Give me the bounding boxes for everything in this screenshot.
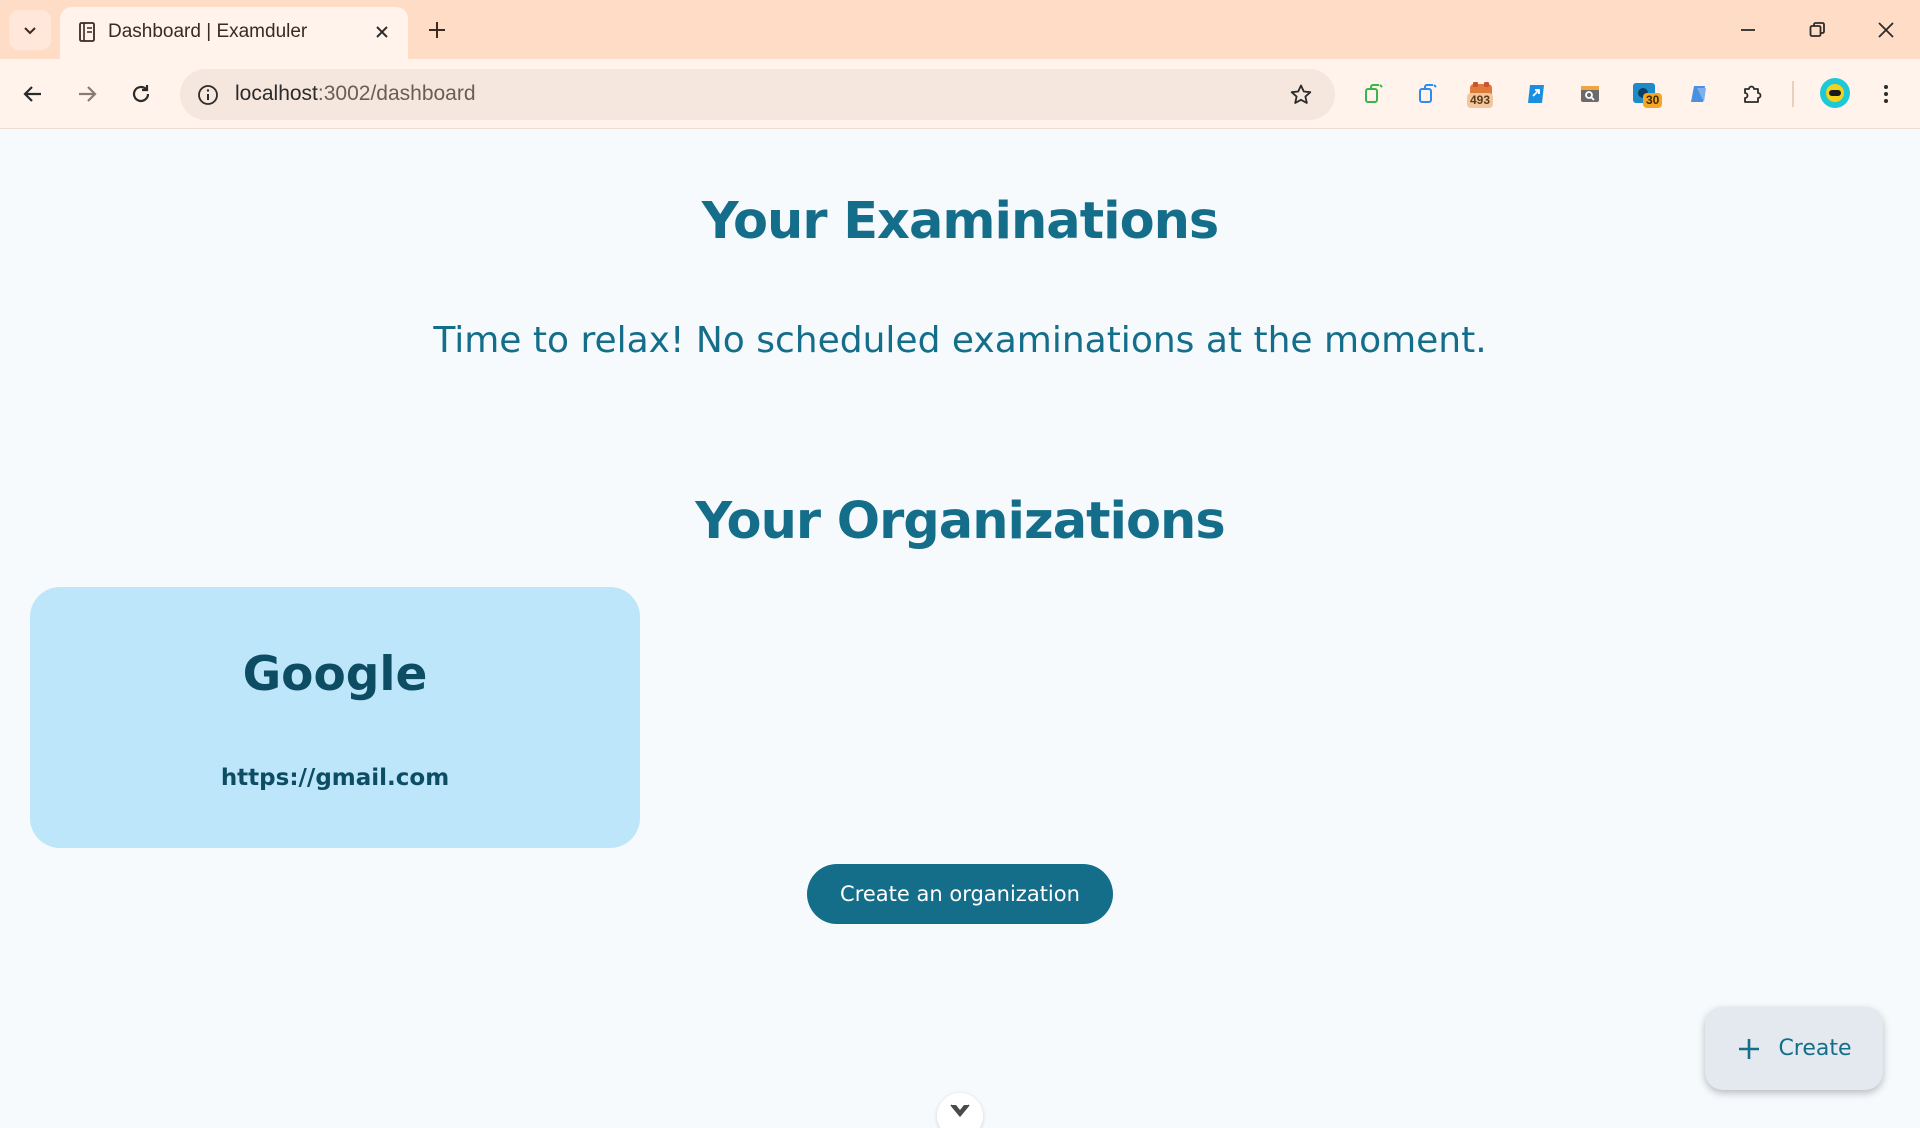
active-tab[interactable]: Dashboard | Examduler: [60, 7, 408, 59]
ext-copy-blue-icon[interactable]: [1413, 79, 1443, 109]
tab-close-button[interactable]: [370, 20, 394, 44]
arrow-left-icon: [23, 86, 41, 102]
reload-button[interactable]: [121, 74, 161, 114]
chevron-down-icon: [950, 1104, 970, 1117]
ext-badge-30-icon[interactable]: 30: [1630, 79, 1663, 109]
chevron-down-icon: [24, 27, 36, 35]
no-exams-message: Time to relax! No scheduled examinations…: [433, 320, 1487, 361]
organization-card[interactable]: Google https://gmail.com: [30, 587, 640, 848]
ext-copy-green-icon[interactable]: [1359, 79, 1389, 109]
minimize-icon: [1741, 29, 1755, 31]
book-icon: [79, 22, 95, 42]
create-organization-button[interactable]: Create an organization: [807, 864, 1113, 924]
site-info-icon[interactable]: [194, 81, 221, 108]
dashboard-page: Your Examinations Time to relax! No sche…: [0, 130, 1920, 1128]
tab-title: Dashboard | Examduler: [108, 21, 308, 42]
plus-icon: [1739, 1038, 1760, 1059]
new-tab-button[interactable]: [421, 14, 453, 46]
restore-icon: [1809, 22, 1825, 37]
browser-toolbar: localhost:3002/dashboard 493 30: [0, 59, 1920, 129]
ext-badge-count: 493: [1467, 93, 1494, 108]
close-window-button[interactable]: [1866, 10, 1906, 50]
ext-link-icon[interactable]: [1521, 79, 1551, 109]
examinations-heading: Your Examinations: [701, 192, 1220, 251]
organizations-heading: Your Organizations: [695, 492, 1225, 551]
close-icon: [1878, 22, 1894, 38]
ext-blue-doc-icon[interactable]: [1684, 79, 1714, 109]
toolbar-separator: [1792, 81, 1794, 107]
url-text: localhost:3002/dashboard: [235, 82, 476, 106]
tab-search-button[interactable]: [9, 10, 51, 50]
reload-icon: [132, 85, 150, 103]
forward-button[interactable]: [67, 74, 107, 114]
url-path: :3002/dashboard: [317, 82, 476, 105]
back-button[interactable]: [13, 74, 53, 114]
more-menu-icon[interactable]: [1871, 79, 1901, 109]
arrow-right-icon: [79, 86, 97, 102]
organization-url: https://gmail.com: [220, 765, 450, 791]
url-host: localhost: [235, 82, 318, 105]
scroll-down-button[interactable]: [937, 1093, 983, 1128]
bookmark-star-icon[interactable]: [1287, 81, 1315, 109]
minimize-button[interactable]: [1728, 10, 1768, 50]
organization-name: Google: [242, 647, 428, 702]
close-icon: [376, 26, 388, 38]
create-fab-button[interactable]: Create: [1705, 1007, 1883, 1090]
ext-search-icon[interactable]: [1575, 79, 1605, 109]
plus-icon: [429, 22, 445, 38]
extensions-puzzle-icon[interactable]: [1738, 79, 1768, 109]
ext-badge-493-icon[interactable]: 493: [1466, 79, 1496, 109]
ext-badge-count: 30: [1643, 93, 1663, 108]
create-fab-label: Create: [1778, 1036, 1852, 1061]
restore-button[interactable]: [1797, 10, 1837, 50]
browser-tabbar: Dashboard | Examduler: [0, 0, 1920, 59]
address-bar[interactable]: localhost:3002/dashboard: [180, 69, 1335, 120]
profile-avatar[interactable]: [1817, 75, 1853, 111]
